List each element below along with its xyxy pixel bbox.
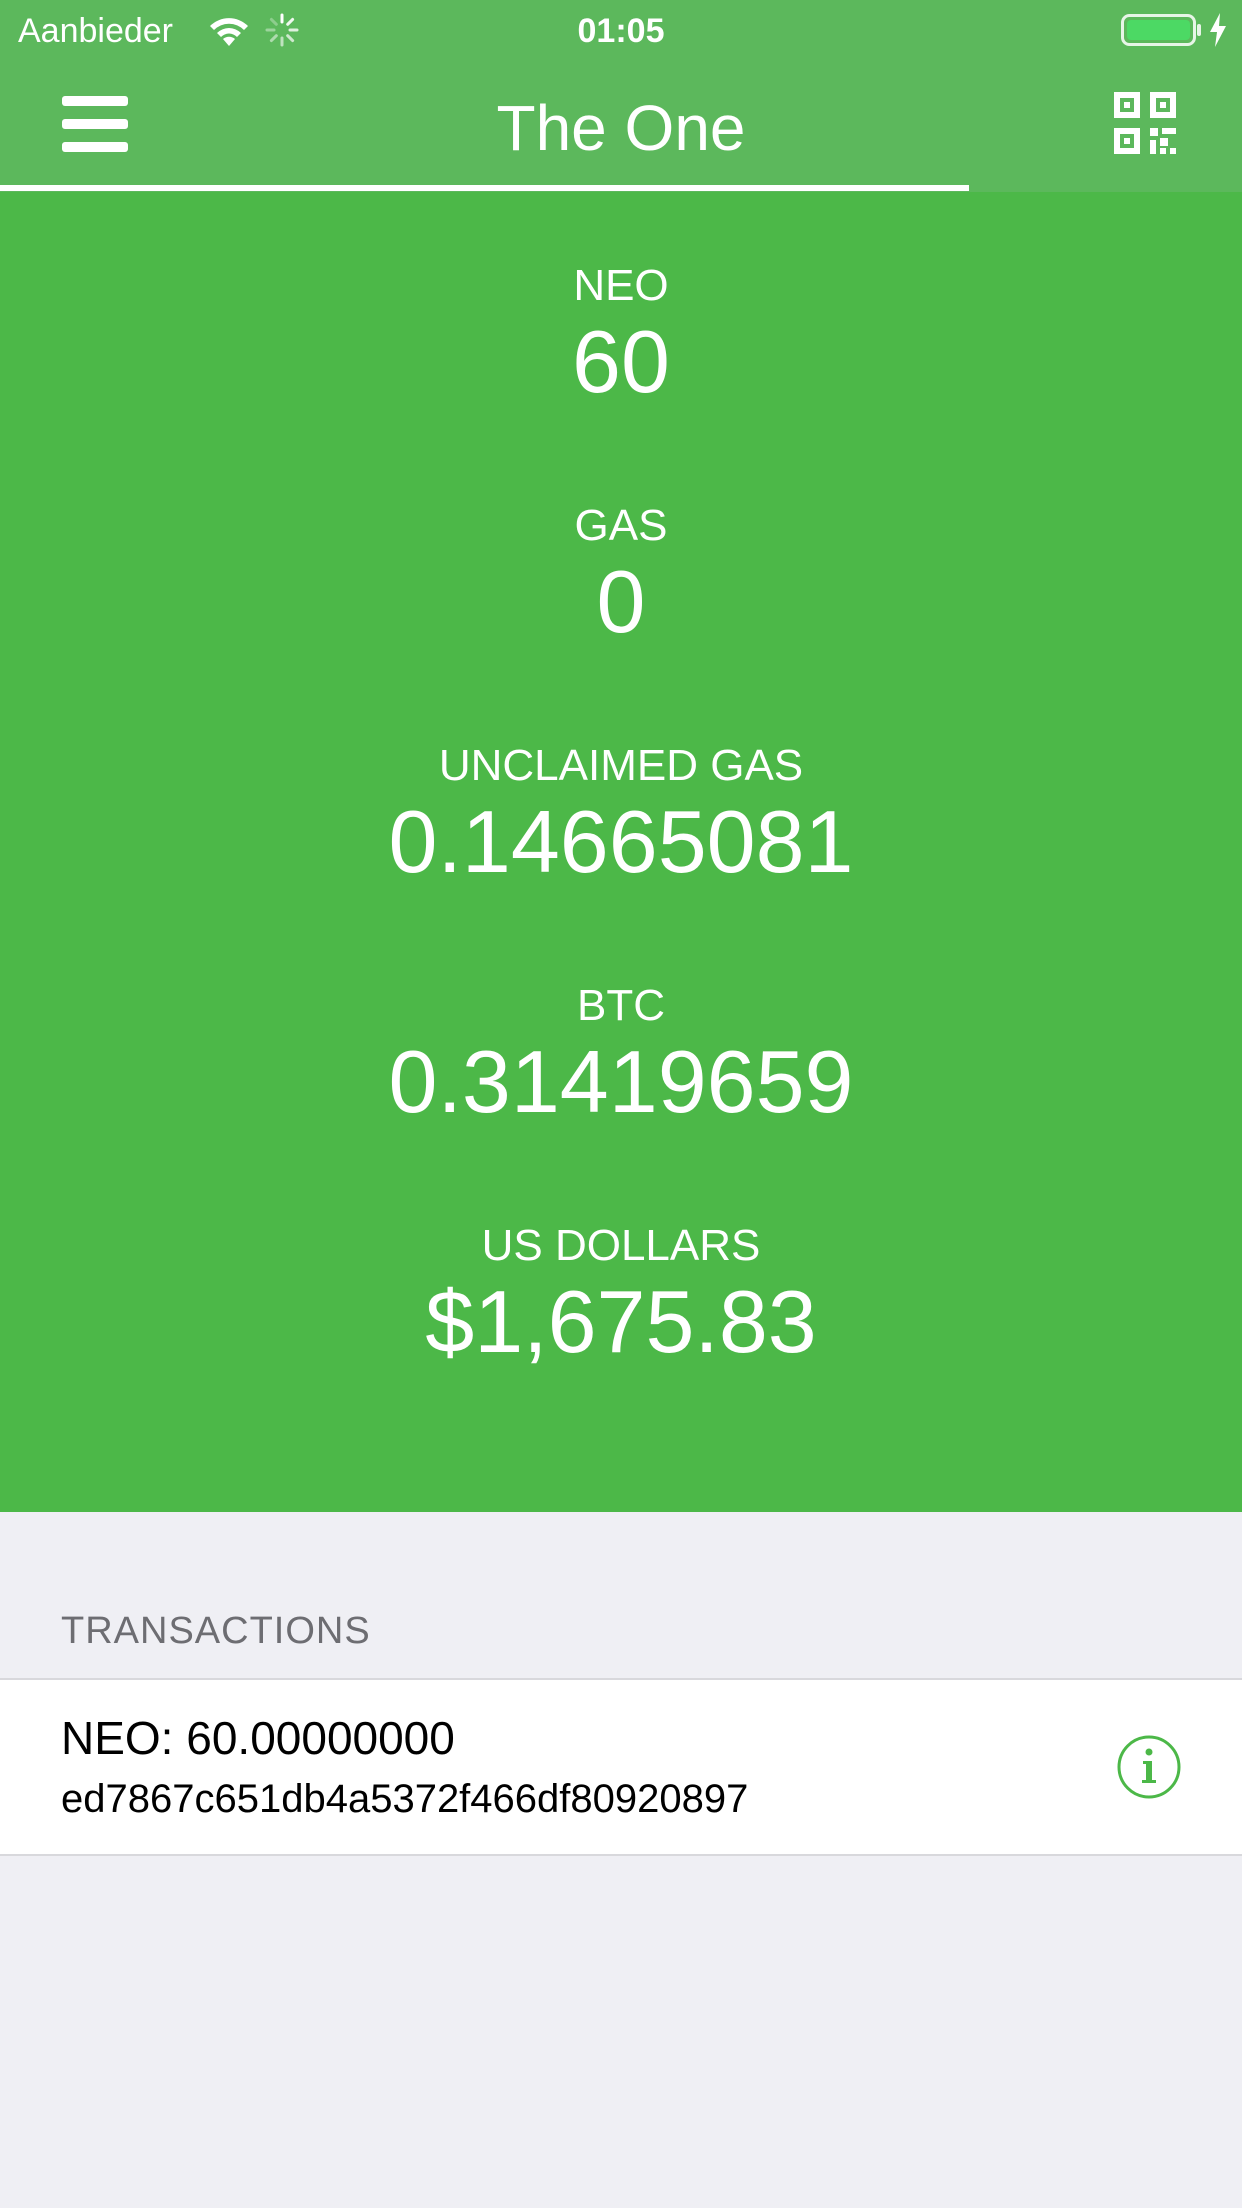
balance-btc: BTC 0.31419659 [0,978,1242,1130]
balance-value: 60 [572,312,670,411]
balance-label: GAS [574,501,668,550]
page-title: The One [496,92,746,164]
qr-code-icon[interactable] [1114,92,1176,154]
charging-bolt-icon [1210,13,1226,47]
balance-neo: NEO 60 [0,258,1242,410]
transaction-hash: ed7867c651db4a5372f466df80920897 [61,1777,749,1821]
navigation-bar: The One [0,62,1242,194]
transactions-list: NEO: 60.00000000 ed7867c651db4a5372f466d… [0,1678,1242,1856]
balance-label: US DOLLARS [481,1221,761,1270]
balance-label: UNCLAIMED GAS [438,741,804,790]
balance-usd: US DOLLARS $1,675.83 [0,1218,1242,1370]
balance-value: 0 [596,552,646,651]
transactions-header: TRANSACTIONS [61,1610,371,1652]
battery-icon [1121,14,1201,46]
balance-value: $1,675.83 [425,1272,817,1371]
balance-unclaimed-gas: UNCLAIMED GAS 0.14665081 [0,738,1242,890]
balance-label: NEO [573,261,669,310]
status-time: 01:05 [577,12,665,50]
balance-gas: GAS 0 [0,498,1242,650]
balances-panel: NEO 60 GAS 0 UNCLAIMED GAS 0.14665081 BT… [0,192,1242,1512]
balance-value: 0.31419659 [388,1032,854,1131]
transaction-row[interactable]: NEO: 60.00000000 ed7867c651db4a5372f466d… [0,1680,1242,1854]
status-bar: Aanbieder 01:05 [0,0,1242,62]
balance-label: BTC [577,981,665,1030]
loading-progress-bar [0,185,969,191]
info-icon[interactable] [1116,1734,1182,1800]
balance-value: 0.14665081 [388,792,854,891]
transaction-amount: NEO: 60.00000000 [61,1712,455,1764]
